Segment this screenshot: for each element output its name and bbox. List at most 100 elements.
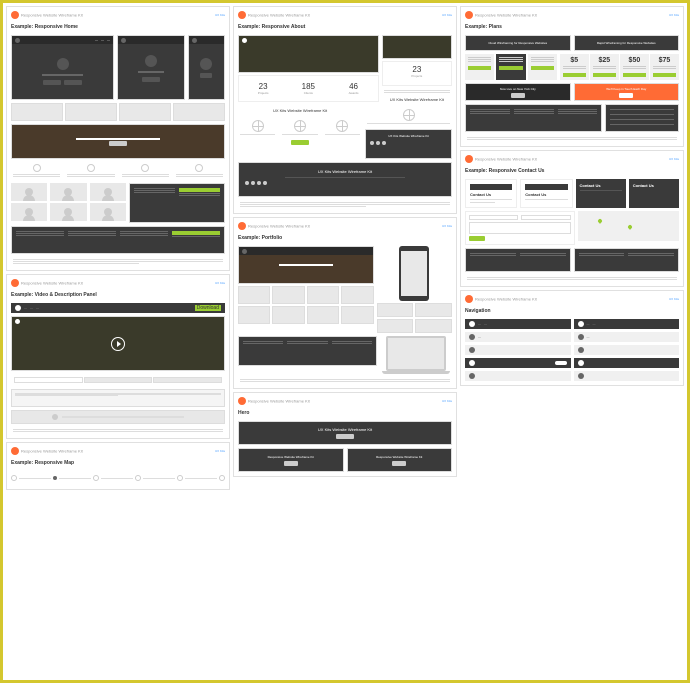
cta-button[interactable] xyxy=(619,93,633,98)
footer-cta-button[interactable] xyxy=(172,231,220,235)
sheet-title: Responsive Website Wireframe Kit xyxy=(475,296,537,301)
social-icon[interactable] xyxy=(382,141,386,145)
step-icon xyxy=(177,475,183,481)
sheet-label: Example: Responsive Home xyxy=(11,24,225,30)
select-plan-button[interactable] xyxy=(499,66,522,70)
sheet-title: Responsive Website Wireframe Kit xyxy=(475,156,537,161)
footer-cta-button[interactable] xyxy=(179,188,220,192)
thumb[interactable] xyxy=(377,319,414,333)
sheet-title: Responsive Website Wireframe Kit xyxy=(21,12,83,17)
cta-button[interactable] xyxy=(291,140,309,145)
thumb[interactable] xyxy=(415,319,452,333)
thumb[interactable] xyxy=(341,286,373,304)
thumb[interactable] xyxy=(238,306,270,324)
nav-bar-light xyxy=(465,345,571,355)
nav-cta-button[interactable]: Download xyxy=(195,305,221,311)
banner-text: Cloud Wireframing for Responsive Website… xyxy=(488,41,547,45)
social-icon[interactable] xyxy=(370,141,374,145)
hero-title: UX Kits Website Wireframe Kit xyxy=(318,427,372,432)
hero-button[interactable] xyxy=(284,461,298,466)
footer-block xyxy=(574,248,680,272)
hero-button[interactable] xyxy=(392,461,406,466)
stat-block: 185Clients xyxy=(287,79,329,98)
cta-button[interactable] xyxy=(64,80,82,85)
sheet-title: Responsive Website Wireframe Kit xyxy=(248,223,310,228)
name-input[interactable] xyxy=(469,215,518,220)
select-plan-button[interactable] xyxy=(468,66,491,70)
map-block[interactable] xyxy=(578,211,680,241)
hero-wireframe-3 xyxy=(188,35,225,100)
avatar-icon xyxy=(57,58,69,70)
phone-mockup xyxy=(399,246,429,301)
feature-icon xyxy=(33,164,41,172)
cta-button[interactable] xyxy=(511,93,525,98)
select-plan-button[interactable] xyxy=(653,73,676,77)
social-icon[interactable] xyxy=(245,181,249,185)
price-value: $5 xyxy=(563,57,586,64)
nav-bar-dark: ——— Download xyxy=(11,303,225,313)
thumb[interactable] xyxy=(238,286,270,304)
timeline xyxy=(11,471,225,485)
nav-bar-light: — xyxy=(574,332,680,342)
cta-button[interactable] xyxy=(43,80,61,85)
cta-text: Now Live on New York City xyxy=(500,87,536,91)
message-textarea[interactable] xyxy=(469,222,571,234)
nav-bar-dark: —— xyxy=(574,319,680,329)
step-dot[interactable] xyxy=(53,476,57,480)
feature-box xyxy=(65,162,116,180)
thumb[interactable] xyxy=(415,303,452,317)
logo-dot-icon xyxy=(242,38,247,43)
play-button-icon[interactable] xyxy=(111,337,125,351)
sheet-meta: UX Kits xyxy=(669,297,679,301)
logo-dot-icon xyxy=(192,38,197,43)
kit-title: UX Kits Website Wireframe Kit xyxy=(382,97,452,102)
sheet-title: Responsive Website Wireframe Kit xyxy=(475,12,537,17)
social-icon[interactable] xyxy=(251,181,255,185)
step-icon xyxy=(219,475,225,481)
thumb[interactable] xyxy=(341,306,373,324)
cta-button[interactable] xyxy=(142,77,160,82)
thumb[interactable] xyxy=(307,306,339,324)
feature-icon xyxy=(195,164,203,172)
hero-button[interactable] xyxy=(336,434,354,439)
social-icon[interactable] xyxy=(257,181,261,185)
thumb[interactable] xyxy=(272,286,304,304)
thumb[interactable] xyxy=(377,303,414,317)
globe-feature xyxy=(280,116,319,138)
nav-bar-dark xyxy=(465,358,571,368)
social-icon[interactable] xyxy=(263,181,267,185)
search-input[interactable] xyxy=(555,361,567,365)
thumb[interactable] xyxy=(272,306,304,324)
logo-dot-icon xyxy=(121,38,126,43)
email-input[interactable] xyxy=(521,215,570,220)
select-plan-button[interactable] xyxy=(623,73,646,77)
tab[interactable] xyxy=(153,377,222,383)
feature-box xyxy=(174,162,225,180)
select-plan-button[interactable] xyxy=(593,73,616,77)
quote-icon xyxy=(52,414,58,420)
tab[interactable] xyxy=(84,377,153,383)
logo-dot-icon xyxy=(242,249,247,254)
image-card xyxy=(173,103,225,121)
person-icon xyxy=(104,188,112,196)
sheet-video-panel: Responsive Website Wireframe Kit UX Kits… xyxy=(6,274,230,439)
brand-logo-icon xyxy=(465,155,473,163)
hero-button[interactable] xyxy=(109,141,127,146)
photo-hero xyxy=(238,35,379,73)
select-plan-button[interactable] xyxy=(563,73,586,77)
social-icon[interactable] xyxy=(376,141,380,145)
tab[interactable] xyxy=(14,377,83,383)
avatar-card xyxy=(50,183,86,201)
content-panel xyxy=(11,389,225,407)
nav-logo-icon xyxy=(469,373,475,379)
thumb[interactable] xyxy=(307,286,339,304)
submit-button[interactable] xyxy=(469,236,485,241)
sheet-hero-variants: Responsive Website Wireframe Kit UX Kits… xyxy=(233,392,457,477)
footer-block xyxy=(465,248,571,272)
photo-hero xyxy=(11,124,225,159)
cta-button[interactable] xyxy=(200,73,212,78)
globe-icon xyxy=(252,120,264,132)
select-plan-button[interactable] xyxy=(531,66,554,70)
logo-dot-icon xyxy=(15,38,20,43)
avatar-card xyxy=(11,183,47,201)
